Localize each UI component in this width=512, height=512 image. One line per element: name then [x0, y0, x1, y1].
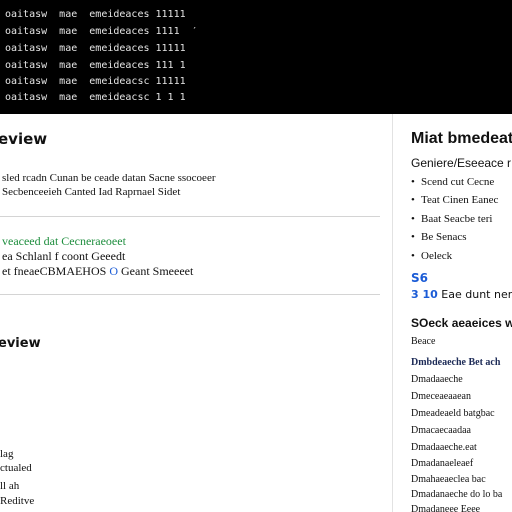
- panel-list-item[interactable]: Dmeceaeaaean: [411, 391, 471, 402]
- count-badge: S6: [411, 271, 428, 285]
- panel-list-item[interactable]: Dmacaecaadaa: [411, 425, 471, 436]
- terminal-line: oaitasw mae emeideaces 11111: [5, 43, 186, 54]
- list-item: ll ah: [0, 480, 20, 492]
- terminal-line: oaitasw mae emeideaces 11111: [5, 9, 186, 20]
- terminal-line: oaitasw mae emeideacsc 11111: [5, 76, 186, 87]
- panel-list-item[interactable]: Dmeadeaeld batgbac: [411, 408, 495, 419]
- link-number[interactable]: 3 10: [411, 288, 438, 301]
- section-heading: eview: [0, 130, 48, 148]
- terminal-line: oaitasw mae emeideaces 111 1: [5, 60, 186, 71]
- panel-list-item[interactable]: Dmadaaeche: [411, 374, 463, 385]
- section-text: sled rcadn Cunan be ceade datan Sacne ss…: [2, 172, 216, 184]
- list-item: ctualed: [0, 462, 32, 474]
- panel-section-subtitle: Beace: [411, 336, 436, 347]
- panel-list-item[interactable]: Dmadanaeleaef: [411, 458, 473, 469]
- detail-text: ea Schlanl f coont Geeedt: [2, 249, 126, 263]
- bullet-item: • Baat Seacbe teri: [411, 213, 493, 225]
- panel-link-row[interactable]: 3 10 Eae dunt nencau: [411, 288, 512, 301]
- bullet-item: • Scend cut Cecne: [411, 176, 495, 188]
- link-text[interactable]: Eae dunt nencau: [441, 288, 512, 301]
- document-body: eview sled rcadn Cunan be ceade datan Sa…: [0, 114, 392, 512]
- detail-suffix: Geant Smeeeet: [121, 264, 194, 278]
- divider: [0, 294, 380, 295]
- bullet-item: • Teat Cinen Eanec: [411, 194, 499, 206]
- panel-title: Miat bmedeat c: [411, 130, 512, 147]
- section-heading: eview: [0, 336, 41, 351]
- list-item: Reditve: [0, 495, 35, 507]
- panel-section-title: SOeck aeaeices we: [411, 316, 512, 330]
- panel-list-item[interactable]: Dmadaneee Eeee: [411, 504, 480, 512]
- detail-link[interactable]: O: [109, 264, 118, 278]
- bullet-item: • Oeleck: [411, 250, 453, 262]
- panel-list-item[interactable]: Dmadaaeche.eat: [411, 442, 477, 453]
- status-text: veaceed dat Cecneraeoeet: [2, 234, 126, 248]
- list-item: lag: [0, 448, 14, 460]
- terminal-output: oaitasw mae emeideaces 11111 oaitasw mae…: [0, 0, 512, 114]
- panel-list-item[interactable]: Dmahaeaeclea bac: [411, 474, 486, 485]
- divider: [0, 216, 380, 217]
- panel-list-item[interactable]: Dmadanaeche do lo ba: [411, 489, 502, 500]
- terminal-line: oaitasw mae emeideaces 1111 ′: [5, 26, 198, 37]
- panel-list-item[interactable]: Dmbdeaeche Bet ach: [411, 357, 500, 368]
- bullet-item: • Be Senacs: [411, 231, 467, 243]
- side-panel: Miat bmedeat c Geniere/Eseeace r •Scend …: [392, 114, 512, 512]
- section-text: Secbenceeieh Canted Iad Raprnael Sidet: [2, 186, 181, 198]
- detail-link-row: et fneaeCBMAEHOS O Geant Smeeeet: [2, 264, 193, 279]
- detail-prefix: et fneaeCBMAEHOS: [2, 264, 107, 278]
- terminal-line: oaitasw mae emeideacsc 1 1 1: [5, 92, 186, 103]
- panel-subtitle: Geniere/Eseeace r: [411, 156, 512, 170]
